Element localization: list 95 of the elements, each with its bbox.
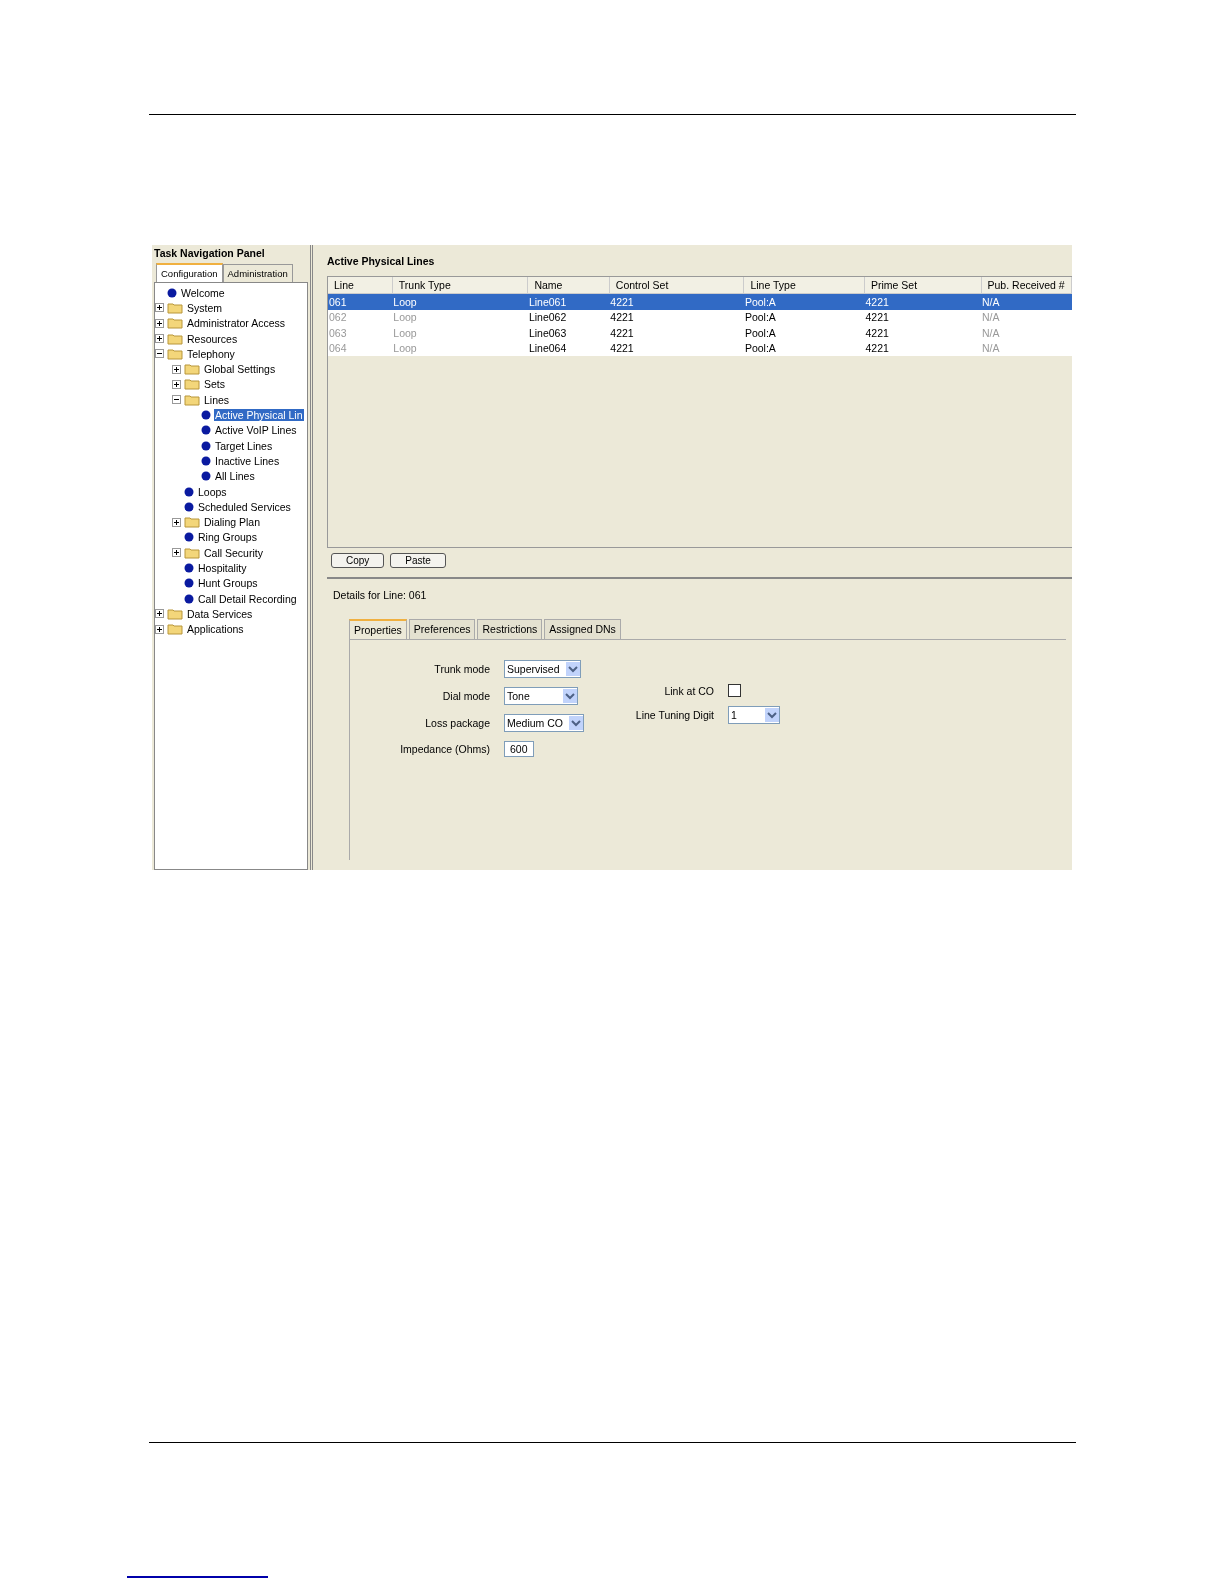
folder-icon	[184, 393, 200, 406]
dropdown[interactable]: 1	[728, 706, 780, 724]
dot-icon	[201, 425, 211, 436]
plus-icon[interactable]	[155, 334, 164, 344]
column-header[interactable]: Line Type	[743, 277, 865, 294]
column-header[interactable]: Pub. Received #	[981, 277, 1072, 294]
tab[interactable]: Preferences	[408, 619, 476, 639]
dropdown[interactable]: Tone	[504, 687, 578, 705]
dropdown[interactable]: Supervised	[504, 660, 581, 678]
tree-item[interactable]: Resources	[186, 332, 239, 345]
dropdown-caret-icon[interactable]	[563, 689, 577, 703]
folder-icon	[167, 301, 183, 314]
column-header[interactable]: Name	[527, 277, 610, 294]
dropdown-caret-icon[interactable]	[569, 716, 583, 730]
tree-item[interactable]: Scheduled Services	[197, 500, 292, 513]
tree-item[interactable]: Active VoIP Lines	[214, 424, 298, 437]
plus-icon[interactable]	[172, 379, 181, 389]
tree-item[interactable]: Data Services	[186, 607, 254, 620]
field-label: Loss package	[424, 717, 490, 729]
plus-icon[interactable]	[172, 548, 181, 558]
minus-icon[interactable]	[172, 395, 181, 405]
tab[interactable]: Properties	[349, 619, 407, 639]
dot-icon	[184, 486, 194, 497]
tree-item[interactable]: Target Lines	[214, 439, 274, 452]
tab[interactable]: Administration	[222, 264, 293, 282]
plus-icon[interactable]	[155, 303, 164, 313]
tab[interactable]: Configuration	[156, 263, 223, 282]
tree-item[interactable]: System	[186, 301, 223, 314]
tree-item[interactable]: Dialing Plan	[203, 516, 262, 529]
dropdown-caret-icon[interactable]	[565, 662, 580, 676]
dropdown[interactable]: Medium CO	[504, 714, 584, 732]
dropdown-caret-icon[interactable]	[765, 708, 779, 722]
table-cell[interactable]: Pool:A	[743, 325, 865, 341]
folder-icon	[167, 332, 183, 345]
details-title: Details for Line: 061	[333, 589, 428, 601]
column-header[interactable]: Control Set	[609, 277, 744, 294]
column-header[interactable]: Prime Set	[864, 277, 982, 294]
plus-icon[interactable]	[155, 624, 164, 634]
dot-icon	[167, 287, 177, 298]
field-label: Dial mode	[441, 690, 490, 702]
minus-icon[interactable]	[155, 349, 164, 359]
tree-item[interactable]: Lines	[203, 393, 231, 406]
plus-icon[interactable]	[155, 318, 164, 328]
plus-icon[interactable]	[172, 364, 181, 374]
dot-icon	[201, 455, 211, 466]
folder-icon	[184, 516, 200, 529]
panel-title: Active Physical Lines	[327, 254, 436, 269]
action-button[interactable]: Copy	[331, 553, 385, 568]
dot-icon	[184, 501, 194, 512]
panel-title: Task Navigation Panel	[153, 246, 266, 261]
input-field[interactable]: 600	[504, 741, 534, 757]
dot-icon	[184, 532, 194, 543]
table-cell[interactable]: 4221	[609, 325, 744, 341]
tree-item[interactable]: All Lines	[214, 470, 256, 483]
dot-icon	[201, 471, 211, 482]
plus-icon[interactable]	[155, 609, 164, 619]
tree-item[interactable]: Global Settings	[203, 363, 277, 376]
dot-icon	[201, 440, 211, 451]
dot-icon	[201, 410, 211, 420]
table-cell[interactable]: Line063	[527, 325, 610, 341]
folder-icon	[184, 363, 200, 376]
folder-icon	[184, 378, 200, 391]
field-label: Impedance (Ohms)	[399, 743, 490, 755]
dot-icon	[184, 593, 194, 604]
tree-item[interactable]: Active Physical Lin	[214, 409, 304, 421]
tree-item[interactable]: Sets	[203, 378, 226, 391]
folder-icon	[167, 347, 183, 360]
tab[interactable]: Assigned DNs	[544, 619, 621, 639]
tree-item[interactable]: Hospitality	[197, 562, 248, 574]
folder-icon	[167, 317, 183, 330]
folder-icon	[184, 546, 200, 559]
tab[interactable]: Restrictions	[477, 619, 543, 639]
folder-icon	[167, 623, 183, 636]
checkbox[interactable]	[728, 684, 741, 697]
folder-icon	[167, 607, 183, 620]
field-label: Trunk mode	[433, 663, 490, 675]
column-header[interactable]: Trunk Type	[392, 277, 528, 294]
column-header[interactable]: Line	[328, 277, 393, 294]
tree-item[interactable]: Administrator Access	[186, 317, 287, 330]
action-button[interactable]: Paste	[390, 553, 446, 568]
field-label: Link at CO	[663, 684, 714, 697]
tree-item[interactable]: Inactive Lines	[214, 454, 281, 467]
tree-item[interactable]: Applications	[186, 623, 245, 636]
dot-icon	[184, 578, 194, 589]
tree-item[interactable]: Call Security	[203, 546, 264, 559]
tree-item[interactable]: Hunt Groups	[197, 577, 259, 590]
tree-item[interactable]: Ring Groups	[197, 531, 258, 544]
tree-item[interactable]: Telephony	[186, 347, 236, 360]
field-label: Line Tuning Digit	[634, 709, 714, 721]
table-cell[interactable]: 4221	[864, 325, 982, 341]
tree-item[interactable]: Call Detail Recording	[197, 592, 298, 605]
dot-icon	[184, 563, 194, 573]
tree-item[interactable]: Loops	[197, 485, 228, 498]
plus-icon[interactable]	[172, 517, 181, 527]
tree-item[interactable]: Welcome	[180, 286, 226, 299]
